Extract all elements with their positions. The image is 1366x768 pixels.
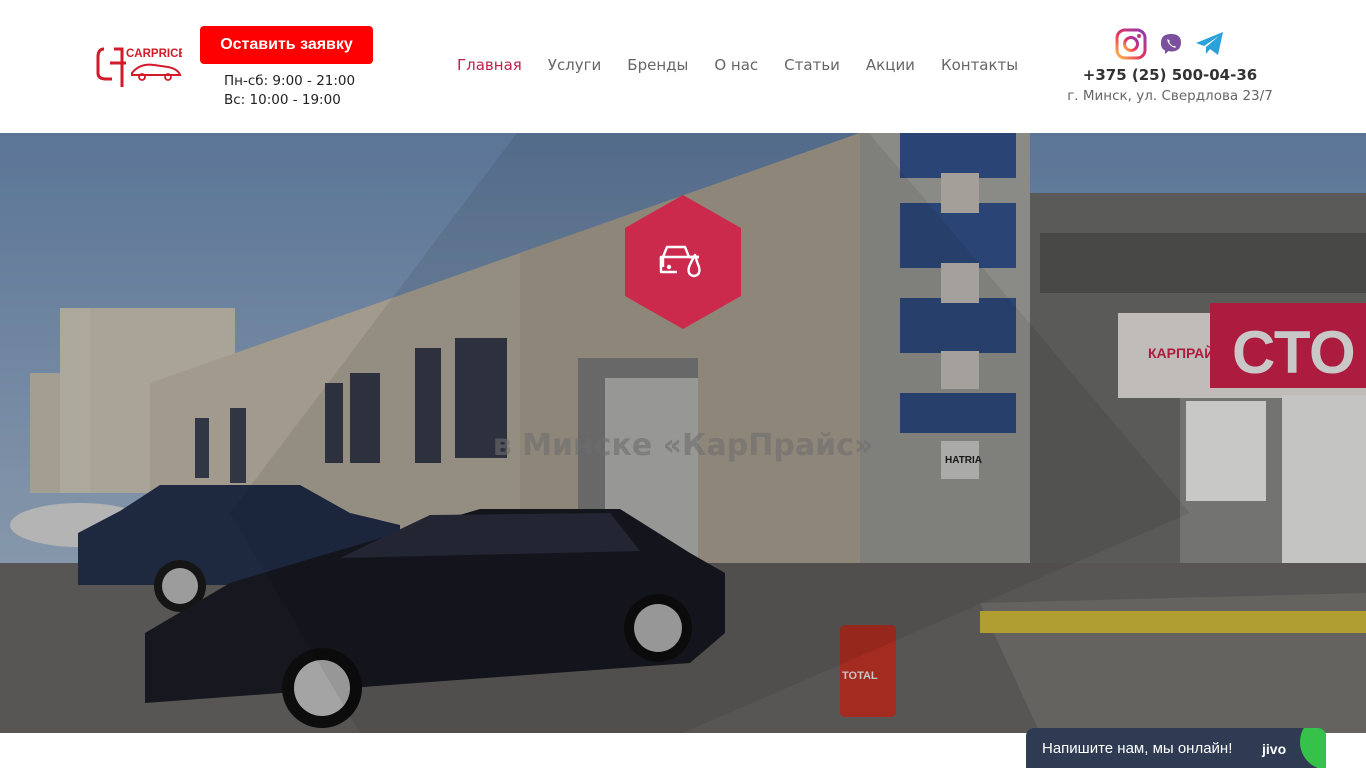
site-header: CARPRICE Оставить заявку Пн-сб: 9:00 - 2… bbox=[0, 0, 1366, 133]
nav-about[interactable]: О нас bbox=[714, 56, 758, 74]
nav-brands[interactable]: Бренды bbox=[627, 56, 688, 74]
nav-promotions[interactable]: Акции bbox=[866, 56, 915, 74]
main-nav: Главная Услуги Бренды О нас Статьи Акции… bbox=[457, 56, 1044, 74]
hours-weekdays: Пн-сб: 9:00 - 21:00 bbox=[224, 73, 356, 89]
nav-home[interactable]: Главная bbox=[457, 56, 522, 74]
phone-number[interactable]: +375 (25) 500-04-36 bbox=[1060, 66, 1280, 84]
chat-status-indicator bbox=[1300, 728, 1326, 768]
chat-widget[interactable]: Напишите нам, мы онлайн! jivo bbox=[1026, 728, 1326, 768]
chat-text: Напишите нам, мы онлайн! bbox=[1042, 740, 1233, 757]
nav-services[interactable]: Услуги bbox=[548, 56, 601, 74]
logo[interactable]: CARPRICE bbox=[96, 43, 186, 89]
viber-icon[interactable] bbox=[1159, 32, 1183, 56]
request-button[interactable]: Оставить заявку bbox=[200, 26, 373, 64]
hero-title: в Минске «КарПрайс» bbox=[492, 428, 874, 463]
hours-sunday: Вс: 10:00 - 19:00 bbox=[224, 92, 341, 108]
logo-text: CARPRICE bbox=[126, 48, 182, 60]
nav-articles[interactable]: Статьи bbox=[784, 56, 840, 74]
jivo-logo: jivo bbox=[1262, 741, 1287, 757]
instagram-icon[interactable] bbox=[1115, 28, 1147, 60]
address: г. Минск, ул. Свердлова 23/7 bbox=[1067, 88, 1273, 104]
hero-banner: HATRIA СТО КАРПРАЙС TOTAL в Минске «КарП… bbox=[0, 133, 1366, 733]
social-links bbox=[1115, 28, 1225, 60]
working-hours: Пн-сб: 9:00 - 21:00 Вс: 10:00 - 19:00 bbox=[224, 72, 355, 110]
service-badge bbox=[625, 195, 741, 329]
nav-contacts[interactable]: Контакты bbox=[941, 56, 1018, 74]
telegram-icon[interactable] bbox=[1195, 31, 1225, 57]
